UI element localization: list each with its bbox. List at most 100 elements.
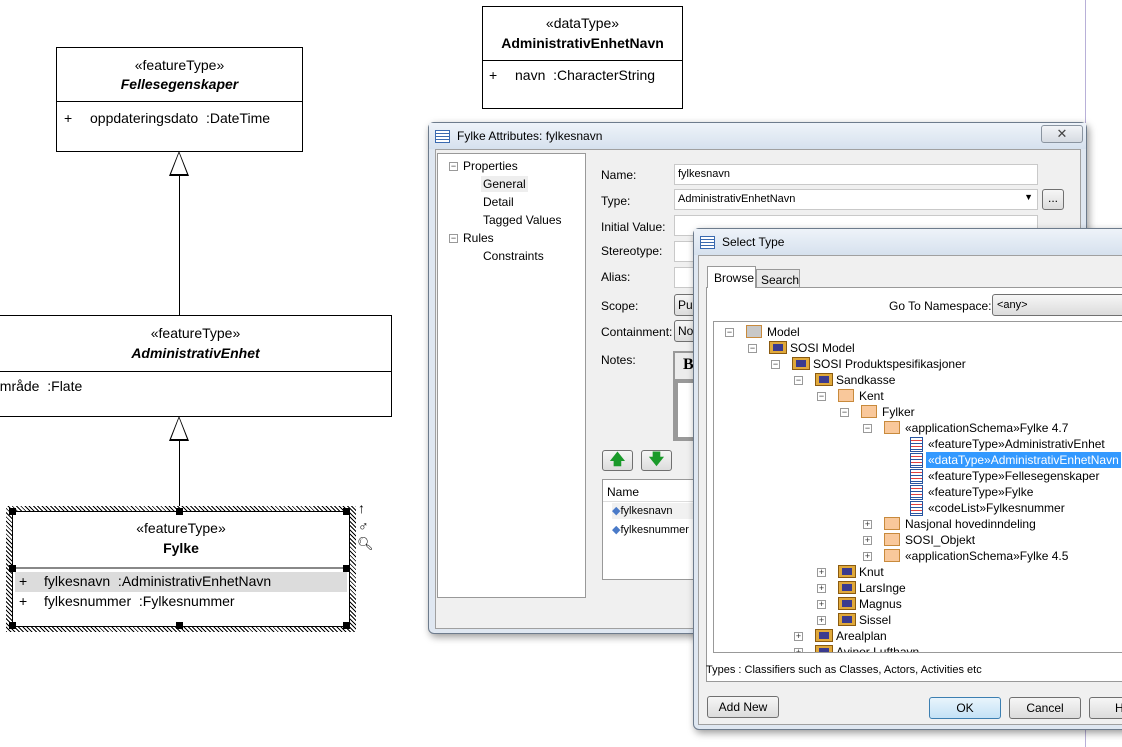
folder-icon [884,421,900,434]
nav-constraints[interactable]: Constraints [483,248,544,264]
class-name: AdministrativEnhet [131,345,260,361]
collapse-icon[interactable]: − [449,234,458,243]
collapse-icon[interactable]: − [771,360,780,369]
list-item-label: fylkesnummer [620,524,689,536]
tree-item[interactable]: «featureType»Fellesegenskaper [928,468,1099,484]
attribute-fylkesnavn[interactable]: fylkesnavn :AdministrativEnhetNavn [44,573,271,589]
help-button[interactable]: H [1089,697,1122,719]
nav-properties[interactable]: Properties [463,158,518,174]
tree-item[interactable]: Magnus [859,596,902,612]
expand-icon[interactable]: + [817,584,826,593]
add-new-button[interactable]: Add New [707,696,779,718]
tree-item[interactable]: SOSI Produktspesifikasjoner [813,356,966,372]
tree-item[interactable]: «featureType»Fylke [928,484,1033,500]
expand-icon[interactable]: + [817,600,826,609]
package-icon [815,645,833,652]
tree-item[interactable]: SOSI_Objekt [905,532,975,548]
list-item[interactable]: ◆fylkesnummer [612,522,689,538]
attribute: område :Flate [0,378,83,394]
collapse-icon[interactable]: − [863,424,872,433]
namespace-select[interactable]: <any> [992,294,1122,316]
tree-item[interactable]: «applicationSchema»Fylke 4.7 [905,420,1068,436]
package-icon [769,341,787,354]
magnifier-icon[interactable]: 🔍︎ [357,536,374,552]
type-tree: − Model − SOSI Model − SOSI Produktspesifikas… [713,321,1122,653]
class-icon [910,501,923,516]
class-name: AdministrativEnhetNavn [501,35,664,51]
quick-link-arrow-icon[interactable]: ↑ [358,500,365,516]
tree-item[interactable]: Arealplan [836,628,887,644]
name-input[interactable]: fylkesnavn [674,164,1038,185]
resize-handle[interactable] [9,622,16,629]
expand-icon[interactable]: + [794,632,803,641]
tree-item[interactable]: Fylker [882,404,915,420]
expand-icon[interactable]: + [817,568,826,577]
collapse-icon[interactable]: − [725,328,734,337]
collapse-icon[interactable]: − [817,392,826,401]
tree-item[interactable]: «codeList»Fylkesnummer [928,500,1065,516]
tree-item[interactable]: Kent [859,388,884,404]
stereotype: «featureType» [136,520,226,536]
resize-handle[interactable] [9,565,16,572]
collapse-icon[interactable]: − [748,344,757,353]
tree-item[interactable]: Avinor Lufthavn [836,644,919,652]
type-select[interactable]: AdministrativEnhetNavn ▼ [674,189,1038,210]
resize-handle[interactable] [343,565,350,572]
class-administrativ-enhet[interactable]: «featureType» AdministrativEnhet område … [0,315,392,417]
nav-general[interactable]: General [481,176,528,192]
class-fellesegenskaper[interactable]: «featureType» Fellesegenskaper + oppdate… [56,47,303,152]
tab-search[interactable]: Search [756,269,800,288]
expand-icon[interactable]: + [794,648,803,652]
attr-vis: + [489,67,498,83]
nav-detail[interactable]: Detail [483,194,514,210]
tree-item[interactable]: Model [767,324,800,340]
tree-item[interactable]: «dataType»AdministrativEnhetNavn [926,452,1121,468]
attribute: oppdateringsdato :DateTime [90,110,271,126]
generalization-arrow [169,151,189,176]
resize-handle[interactable] [343,622,350,629]
tree-item[interactable]: Sissel [859,612,891,628]
divider [0,371,391,372]
tree-item[interactable]: Knut [859,564,884,580]
initial-value-label: Initial Value: [601,220,666,234]
resize-handle[interactable] [176,508,183,515]
tree-item[interactable]: LarsInge [859,580,906,596]
resize-handle[interactable] [176,622,183,629]
relationship-icon[interactable]: ♂ [358,518,369,534]
resize-handle[interactable] [343,508,350,515]
tree-item[interactable]: SOSI Model [790,340,855,356]
folder-icon [884,533,900,546]
package-icon [838,565,856,578]
tree-item[interactable]: Nasjonal hovedinndeling [905,516,1036,532]
cancel-button[interactable]: Cancel [1009,697,1081,719]
move-down-button[interactable]: 🡇 [641,450,672,471]
notes-label: Notes: [601,353,636,367]
dialog-app-icon [435,130,450,143]
class-fylke[interactable]: «featureType» Fylke + fylkesnavn :Admini… [12,511,350,627]
resize-handle[interactable] [9,508,16,515]
divider [57,101,302,102]
namespace-label: Go To Namespace: [889,299,992,313]
tree-item[interactable]: «featureType»AdministrativEnhet [928,436,1105,452]
close-button[interactable]: ✕ [1041,125,1083,143]
tree-item[interactable]: «applicationSchema»Fylke 4.5 [905,548,1068,564]
expand-icon[interactable]: + [863,536,872,545]
attribute-fylkesnummer[interactable]: fylkesnummer :Fylkesnummer [44,593,235,609]
tab-browse[interactable]: Browse [707,266,756,288]
scope-label: Scope: [601,299,639,313]
nav-rules[interactable]: Rules [463,230,494,246]
collapse-icon[interactable]: − [449,162,458,171]
divider [483,60,682,61]
move-up-button[interactable]: 🡅 [602,450,633,471]
class-icon [910,453,923,468]
expand-icon[interactable]: + [863,552,872,561]
nav-tagged-values[interactable]: Tagged Values [483,212,562,228]
browse-type-button[interactable]: ... [1042,189,1064,210]
expand-icon[interactable]: + [863,520,872,529]
tree-item[interactable]: Sandkasse [836,372,895,388]
class-administrativ-enhet-navn[interactable]: «dataType» AdministrativEnhetNavn + navn… [482,6,683,109]
collapse-icon[interactable]: − [794,376,803,385]
collapse-icon[interactable]: − [840,408,849,417]
ok-button[interactable]: OK [929,697,1001,719]
expand-icon[interactable]: + [817,616,826,625]
